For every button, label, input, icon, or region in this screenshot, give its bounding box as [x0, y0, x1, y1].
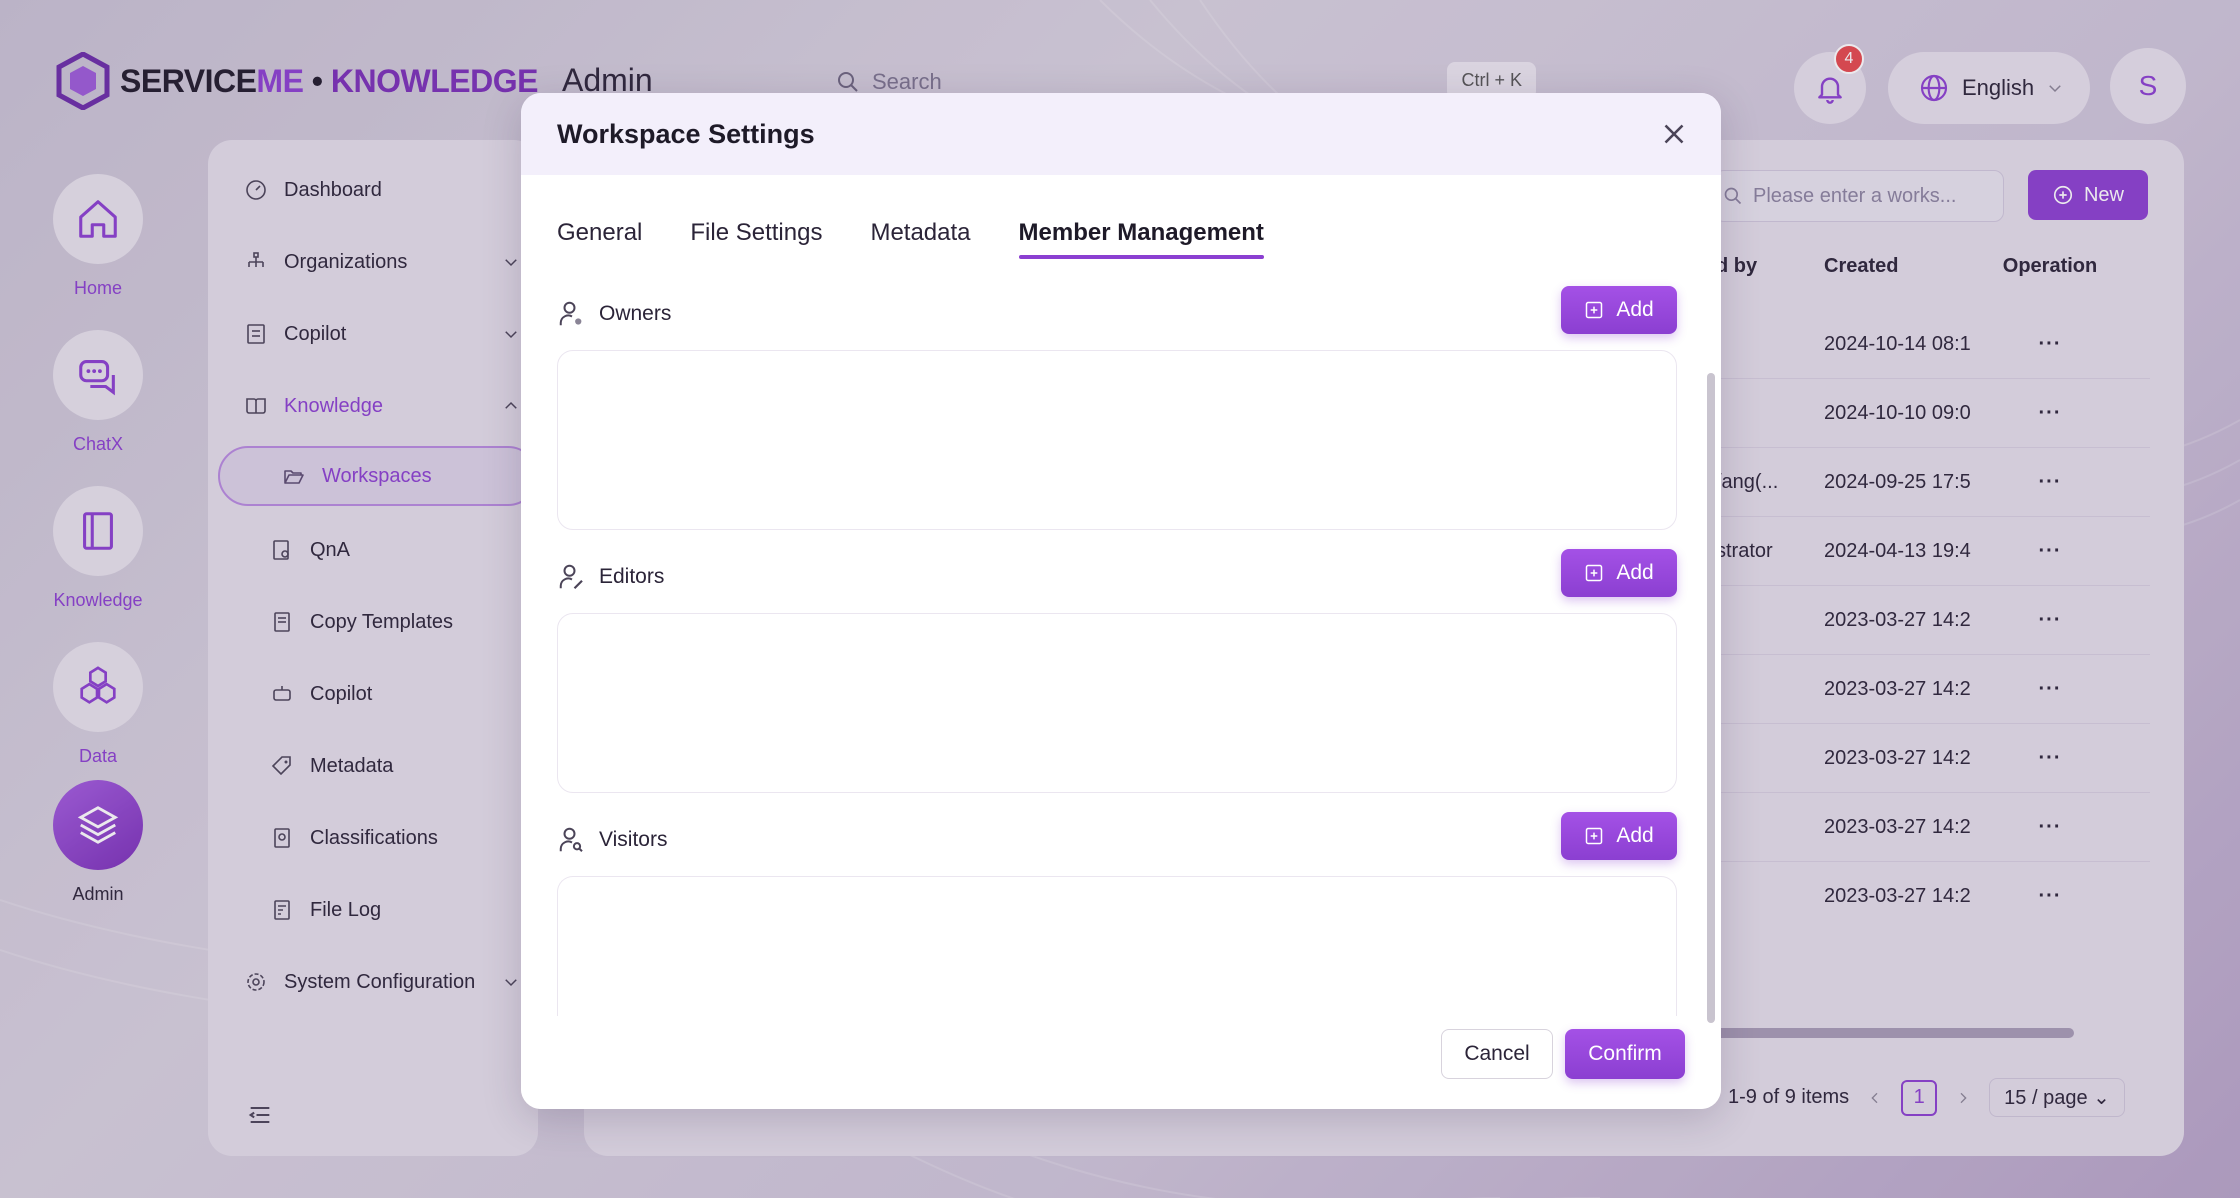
- modal-title: Workspace Settings: [557, 118, 815, 149]
- visitors-section: Visitors Add: [557, 812, 1677, 1016]
- add-editor-button[interactable]: Add: [1561, 549, 1677, 597]
- modal-header: Workspace Settings: [521, 93, 1721, 175]
- editors-section: Editors Add: [557, 549, 1677, 793]
- user-edit-icon: [559, 564, 583, 590]
- settings-tabs: General File Settings Metadata Member Ma…: [557, 219, 1265, 259]
- editors-list[interactable]: [557, 613, 1677, 793]
- confirm-button[interactable]: Confirm: [1565, 1029, 1685, 1079]
- close-icon[interactable]: [1657, 117, 1691, 151]
- add-visitor-button[interactable]: Add: [1561, 812, 1677, 860]
- visitors-list[interactable]: [557, 876, 1677, 1016]
- plus-square-icon: [1586, 564, 1603, 582]
- modal-scrollbar[interactable]: [1707, 373, 1715, 1023]
- visitors-label: Visitors: [599, 828, 668, 851]
- user-gear-icon: [559, 301, 582, 326]
- owners-list[interactable]: [557, 350, 1677, 530]
- plus-square-icon: [1586, 301, 1603, 319]
- user-search-icon: [559, 827, 583, 852]
- add-owner-button[interactable]: Add: [1561, 286, 1677, 334]
- tab-member-management[interactable]: Member Management: [1018, 219, 1265, 259]
- tab-metadata[interactable]: Metadata: [870, 219, 970, 257]
- owners-label: Owners: [599, 302, 672, 325]
- tab-file-settings[interactable]: File Settings: [690, 219, 822, 257]
- cancel-button[interactable]: Cancel: [1441, 1029, 1553, 1079]
- modal-footer: Cancel Confirm: [521, 1029, 1721, 1109]
- tab-general[interactable]: General: [557, 219, 642, 257]
- owners-section: Owners Add: [557, 286, 1677, 530]
- editors-label: Editors: [599, 565, 665, 588]
- plus-square-icon: [1586, 827, 1603, 845]
- workspace-settings-modal: Workspace Settings General File Settings…: [521, 93, 1721, 1109]
